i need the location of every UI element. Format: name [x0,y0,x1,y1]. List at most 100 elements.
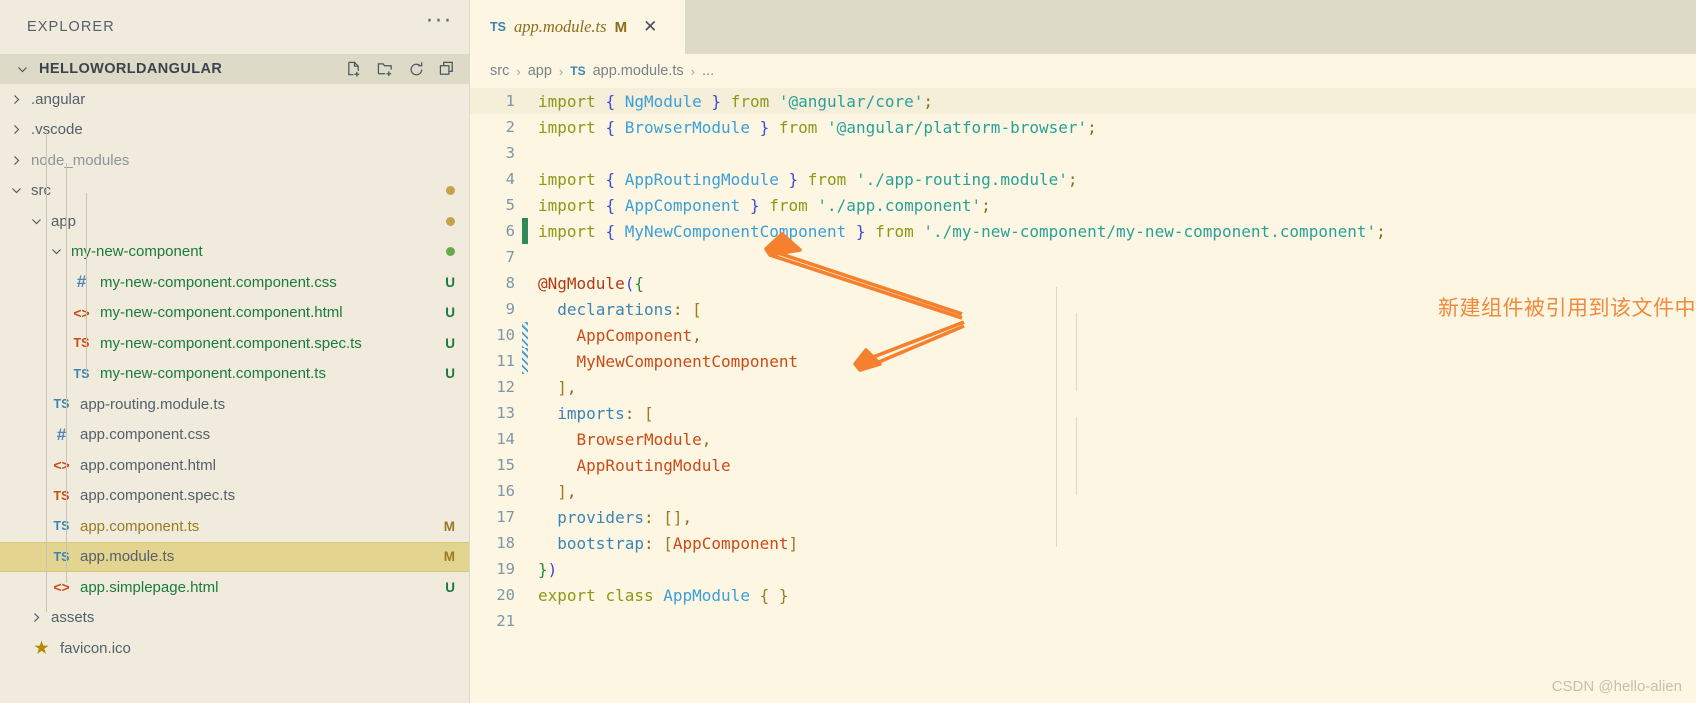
tree-file-row[interactable]: TS app.component.spec.ts [0,481,469,512]
tree-file-row[interactable]: <> my-new-component.component.html U [0,298,469,329]
line-number: 7 [505,248,515,266]
annotation-label: 新建组件被引用到该文件中 [1438,296,1696,320]
workspace-root-label: HELLOWORLDANGULAR [39,61,223,77]
file-tree: .angular .vscode node_modules src app my-new-… [0,84,469,664]
chevron-down-icon[interactable] [30,215,43,228]
tree-item-label: assets [51,609,95,627]
tab-title: app.module.ts [513,17,607,36]
code-line[interactable]: 19}) [470,556,1696,582]
close-icon[interactable]: ✕ [643,18,657,36]
breadcrumb-separator-icon: › [558,63,564,79]
code-line[interactable]: 7 [470,244,1696,270]
line-number: 9 [505,300,515,318]
line-number: 4 [505,170,515,188]
new-folder-icon[interactable] [377,61,394,78]
line-number: 12 [496,378,515,396]
line-number: 10 [496,326,515,344]
ts-red-file-icon: TS [53,488,70,503]
tree-file-row[interactable]: TS app.component.ts M [0,511,469,542]
chevron-right-icon[interactable] [30,611,43,624]
code-line-text: }) [538,559,558,579]
tab-modified-badge: M [614,18,628,36]
tree-item-label: favicon.ico [60,639,131,657]
tree-file-row[interactable]: TS app-routing.module.ts [0,389,469,420]
code-line[interactable]: 18 bootstrap: [AppComponent] [470,530,1696,556]
tree-item-label: my-new-component.component.spec.ts [100,334,362,352]
diff-gutter-modified [522,322,528,348]
code-line-text: imports: [ [557,403,654,423]
diff-gutter-modified [522,348,528,374]
code-line[interactable]: 20 export class AppModule { } [470,582,1696,608]
tree-item-label: .vscode [31,121,83,139]
html-file-icon: <> [73,304,90,321]
ts-file-icon: TS [53,397,70,412]
explorer-header: EXPLORER ··· [0,0,469,54]
tree-item-label: app.component.html [80,456,216,474]
code-line[interactable]: 11 MyNewComponentComponent [470,348,1696,374]
tab-app-module-ts[interactable]: TS app.module.ts M ✕ [470,0,685,54]
html-file-icon: <> [53,579,70,596]
chevron-down-icon[interactable] [50,245,63,258]
code-line-text: export class AppModule { } [538,585,789,605]
chevron-down-icon[interactable] [16,63,29,76]
css-file-icon: # [76,272,87,292]
vscode-window: EXPLORER ··· HELLOWORLDANGULAR .angular … [0,0,1696,703]
tree-file-row[interactable]: <> app.simplepage.html U [0,572,469,603]
code-line-text: ], [557,377,577,397]
chevron-down-icon[interactable] [10,184,23,197]
breadcrumb-segment[interactable]: app.module.ts [593,63,684,79]
tree-folder-row[interactable]: src [0,176,469,207]
tree-file-row[interactable]: <> app.component.html [0,450,469,481]
workspace-root-row[interactable]: HELLOWORLDANGULAR [0,54,469,84]
tree-file-row[interactable]: ★ favicon.ico [0,633,469,664]
ts-file-icon: TS [53,519,70,534]
code-editor[interactable]: 1 import { NgModule } from '@angular/core… [470,88,1696,634]
chevron-right-icon[interactable] [10,93,23,106]
tree-folder-row[interactable]: .angular [0,84,469,115]
tree-item-label: my-new-component.component.html [100,304,343,322]
line-number: 5 [505,196,515,214]
diff-gutter [522,114,528,140]
code-line[interactable]: 16 ], [470,478,1696,504]
tree-file-row[interactable]: TS my-new-component.component.spec.ts U [0,328,469,359]
chevron-right-icon[interactable] [10,123,23,136]
tree-file-row[interactable]: # app.component.css [0,420,469,451]
line-number: 13 [496,404,515,422]
code-line[interactable]: 12 ], [470,374,1696,400]
code-line[interactable]: 3 [470,140,1696,166]
code-line[interactable]: 14 BrowserModule, [470,426,1696,452]
explorer-more-actions-icon[interactable]: ··· [426,11,453,36]
code-line-text: import { NgModule } from '@angular/core'… [538,91,934,111]
code-line[interactable]: 2 import { BrowserModule } from '@angular… [470,114,1696,140]
breadcrumb-separator-icon: › [690,63,696,79]
code-line[interactable]: 5 import { AppComponent } from './app.com… [470,192,1696,218]
code-line[interactable]: 1 import { NgModule } from '@angular/core… [470,88,1696,114]
tree-folder-row[interactable]: my-new-component [0,237,469,268]
code-line[interactable]: 4 import { AppRoutingModule } from './app… [470,166,1696,192]
code-line[interactable]: 15 AppRoutingModule [470,452,1696,478]
tree-folder-row[interactable]: node_modules [0,145,469,176]
refresh-icon[interactable] [408,61,425,78]
git-status-dot [446,216,455,226]
breadcrumb-segment[interactable]: src [490,63,509,79]
collapse-all-icon[interactable] [439,61,456,78]
code-line[interactable]: 13 imports: [ [470,400,1696,426]
explorer-actions [346,61,469,78]
code-line[interactable]: 17 providers: [], [470,504,1696,530]
code-line-text: import { BrowserModule } from '@angular/… [538,117,1097,137]
code-line[interactable]: 6 import { MyNewComponentComponent } from… [470,218,1696,244]
code-line[interactable]: 21 [470,608,1696,634]
tree-file-row[interactable]: TS app.module.ts M [0,541,469,572]
breadcrumb-segment[interactable]: ... [702,63,714,79]
chevron-right-icon[interactable] [10,154,23,167]
new-file-icon[interactable] [346,61,363,78]
line-number: 16 [496,482,515,500]
breadcrumb-segment[interactable]: app [528,63,552,79]
tree-folder-row[interactable]: .vscode [0,115,469,146]
tree-file-row[interactable]: # my-new-component.component.css U [0,267,469,298]
typescript-file-icon: TS [490,20,506,34]
tree-file-row[interactable]: TS my-new-component.component.ts U [0,359,469,390]
tree-folder-row[interactable]: assets [0,603,469,634]
code-line[interactable]: 10 AppComponent, [470,322,1696,348]
tree-folder-row[interactable]: app [0,206,469,237]
